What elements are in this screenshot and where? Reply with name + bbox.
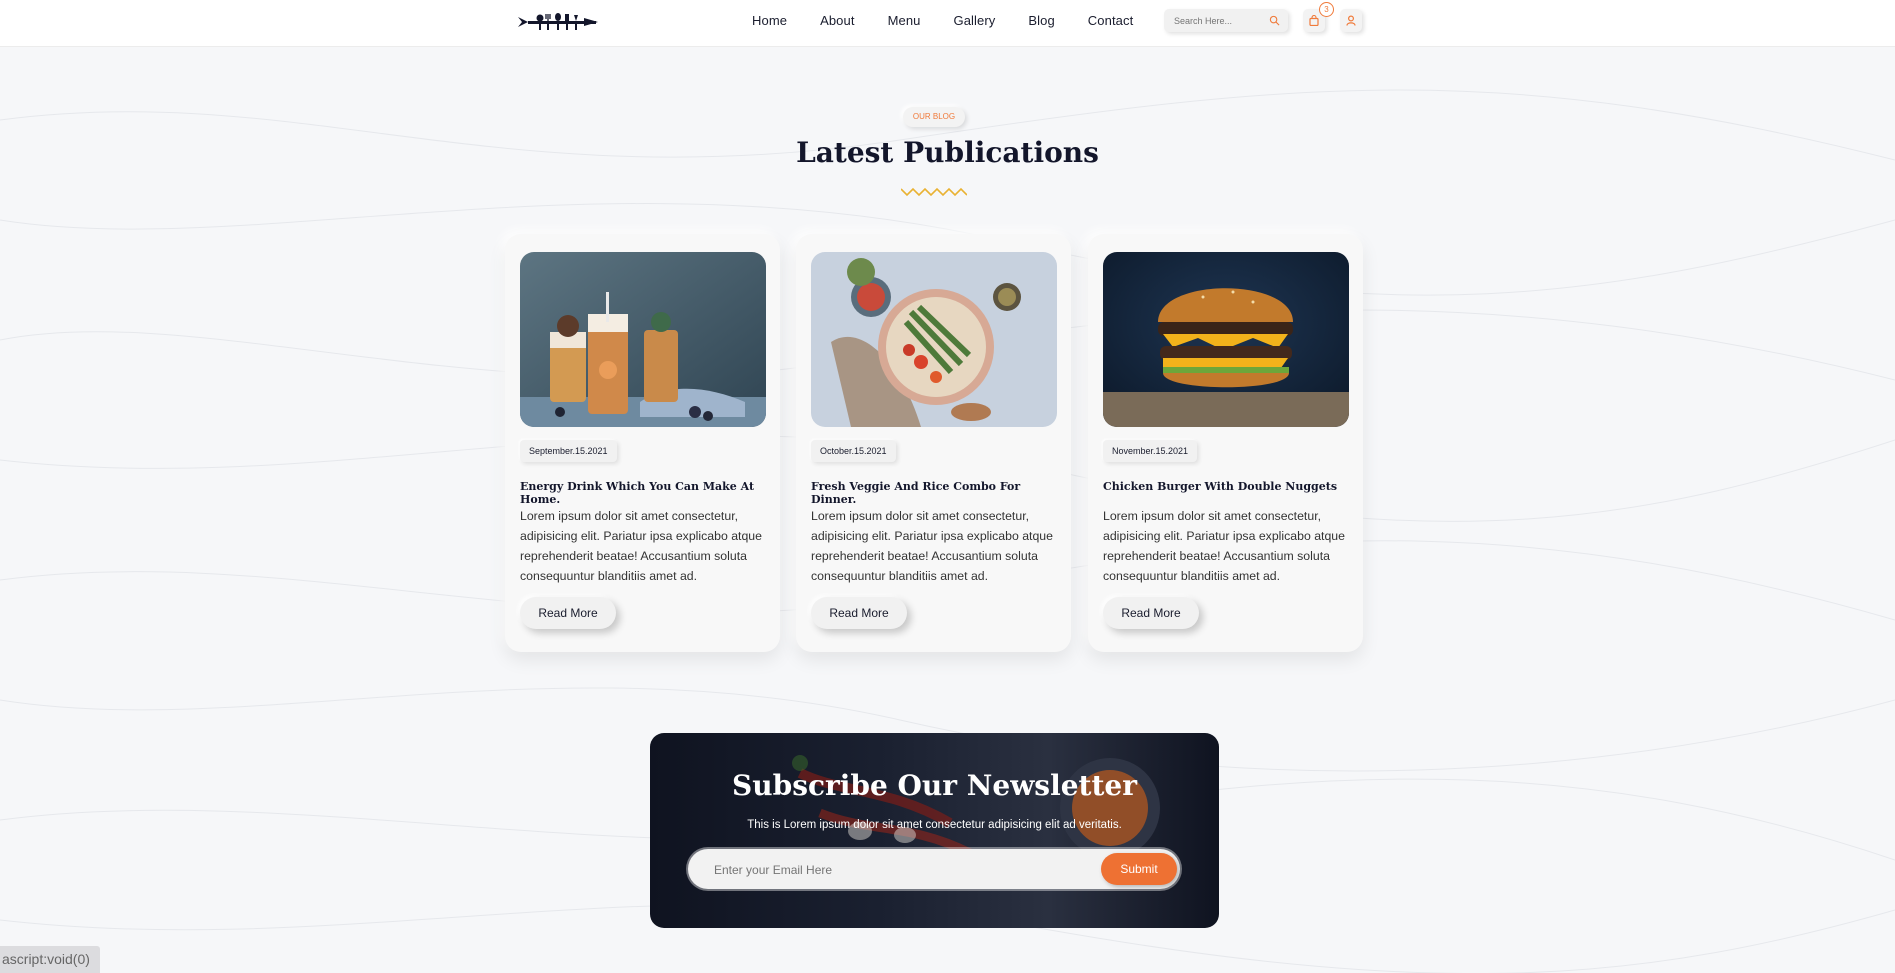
post-title[interactable]: Energy Drink Which You Can Make At Home. [520, 480, 770, 506]
main-nav: Home About Menu Gallery Blog Contact [752, 13, 1166, 28]
email-field[interactable] [712, 859, 1096, 881]
post-image [811, 252, 1057, 427]
post-excerpt: Lorem ipsum dolor sit amet consectetur, … [520, 509, 762, 583]
smoothie-glasses-photo[interactable] [520, 252, 766, 427]
read-more-button[interactable]: Read More [1103, 597, 1199, 629]
nav-contact[interactable]: Contact [1088, 13, 1134, 28]
read-more-button[interactable]: Read More [811, 597, 907, 629]
site-logo[interactable] [518, 11, 598, 33]
post-image [1103, 252, 1349, 427]
post-title[interactable]: Fresh Veggie And Rice Combo For Dinner. [811, 480, 1061, 506]
search-box [1164, 9, 1288, 32]
section-title: Latest Publications [796, 136, 1099, 169]
section-badge: OUR BLOG [903, 107, 965, 127]
post-date: November.15.2021 [1103, 440, 1198, 462]
post-excerpt: Lorem ipsum dolor sit amet consectetur, … [811, 509, 1053, 583]
browser-status-bar: ascript:void(0) [0, 946, 100, 973]
post-image [520, 252, 766, 427]
user-icon [1346, 15, 1356, 26]
search-input[interactable] [1172, 12, 1266, 30]
post-date: October.15.2021 [811, 440, 896, 462]
site-header: logo Home About Menu Gallery Blog Contac… [0, 0, 1895, 47]
read-more-button[interactable]: Read More [520, 597, 616, 629]
zigzag-divider [901, 187, 967, 197]
post-title[interactable]: Chicken Burger With Double Nuggets [1103, 480, 1353, 493]
nav-blog[interactable]: Blog [1028, 13, 1054, 28]
shopping-bag-icon [1309, 15, 1319, 26]
nav-home[interactable]: Home [752, 13, 787, 28]
post-excerpt: Lorem ipsum dolor sit amet consectetur, … [1103, 509, 1345, 583]
search-icon[interactable] [1269, 15, 1280, 26]
veggie-rice-bowl-photo[interactable] [811, 252, 1057, 427]
post-date: September.15.2021 [520, 440, 617, 462]
blog-card: September.15.2021 Energy Drink Which You… [505, 234, 780, 652]
cart-count-badge: 3 [1319, 2, 1334, 17]
blog-card: November.15.2021 Chicken Burger With Dou… [1088, 234, 1363, 652]
newsletter-subtitle: This is Lorem ipsum dolor sit amet conse… [747, 819, 1122, 831]
nav-about[interactable]: About [820, 13, 854, 28]
user-account-button[interactable] [1340, 9, 1362, 32]
submit-button[interactable]: Submit [1101, 853, 1177, 885]
nav-gallery[interactable]: Gallery [953, 13, 995, 28]
newsletter-title: Subscribe Our Newsletter [732, 769, 1137, 802]
nav-menu[interactable]: Menu [888, 13, 921, 28]
double-burger-photo[interactable] [1103, 252, 1349, 427]
newsletter-form: Submit [688, 849, 1180, 889]
blog-card: October.15.2021 Fresh Veggie And Rice Co… [796, 234, 1071, 652]
newsletter-section: Subscribe Our Newsletter This is Lorem i… [650, 733, 1219, 928]
